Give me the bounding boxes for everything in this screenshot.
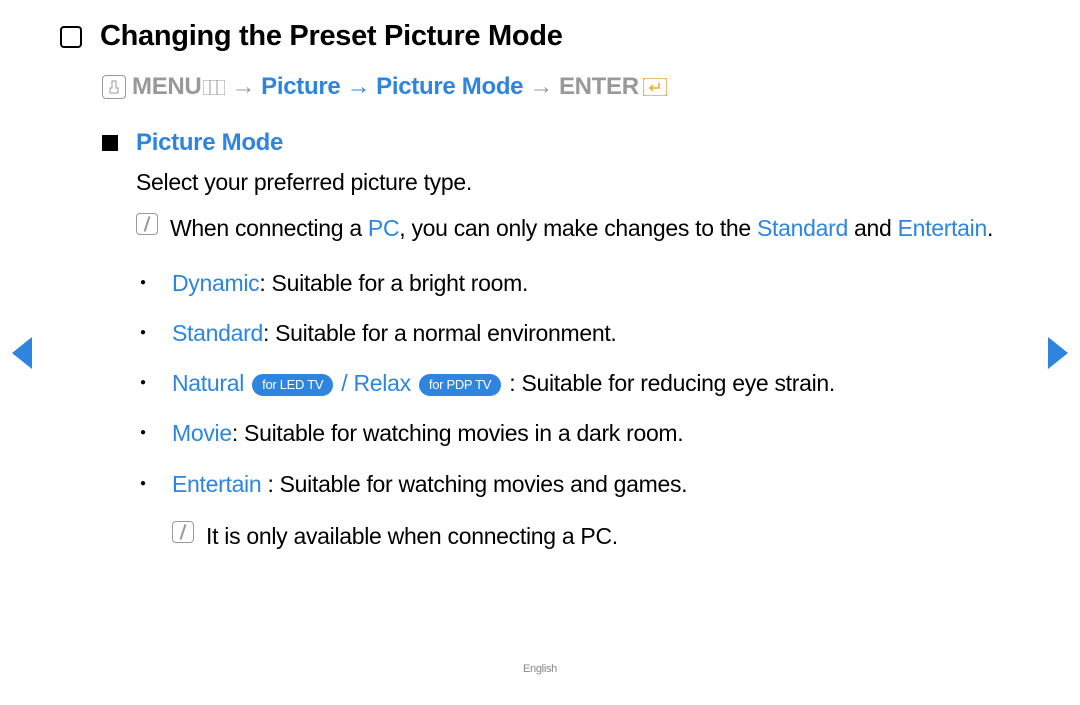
note-text: It is only available when connecting a P… xyxy=(206,518,618,555)
mode-movie: Movie: Suitable for watching movies in a… xyxy=(172,417,1020,449)
note-pc-limitation: When connecting a PC, you can only make … xyxy=(136,210,1020,247)
section-bullet-icon xyxy=(102,135,118,151)
enter-label: ENTER xyxy=(559,73,639,101)
page-title: Changing the Preset Picture Mode xyxy=(100,20,563,53)
path-step-1: Picture xyxy=(261,73,340,101)
note-icon xyxy=(136,213,158,235)
menu-icon xyxy=(203,80,225,95)
note-text: When connecting a PC, you can only make … xyxy=(170,210,993,247)
footer-language: English xyxy=(523,663,557,675)
mode-natural-relax: Natural for LED TV / Relax for PDP TV : … xyxy=(172,367,1020,399)
mode-dynamic: Dynamic: Suitable for a bright room. xyxy=(172,267,1020,299)
prev-page-arrow[interactable] xyxy=(8,335,34,376)
section-description: Select your preferred picture type. xyxy=(136,169,1020,196)
arrow-icon: → xyxy=(346,73,370,101)
menu-label: MENU xyxy=(132,73,201,101)
menu-path: MENU → Picture → Picture Mode → ENTER xyxy=(102,73,1020,101)
led-tv-badge: for LED TV xyxy=(252,374,333,396)
arrow-icon: → xyxy=(231,73,255,101)
path-step-2: Picture Mode xyxy=(376,73,523,101)
next-page-arrow[interactable] xyxy=(1046,335,1072,376)
note-icon xyxy=(172,521,194,543)
page-content: Changing the Preset Picture Mode MENU → … xyxy=(0,0,1080,593)
section-title: Picture Mode xyxy=(136,129,283,157)
note-pc-only: It is only available when connecting a P… xyxy=(172,518,1020,555)
mode-standard: Standard: Suitable for a normal environm… xyxy=(172,317,1020,349)
mode-entertain: Entertain : Suitable for watching movies… xyxy=(172,468,1020,500)
enter-icon xyxy=(643,78,667,96)
pdp-tv-badge: for PDP TV xyxy=(419,374,501,396)
section-header: Picture Mode xyxy=(102,129,1020,157)
title-row: Changing the Preset Picture Mode xyxy=(60,20,1020,53)
arrow-icon: → xyxy=(529,73,553,101)
remote-button-icon xyxy=(102,75,126,99)
chapter-icon xyxy=(60,26,82,48)
